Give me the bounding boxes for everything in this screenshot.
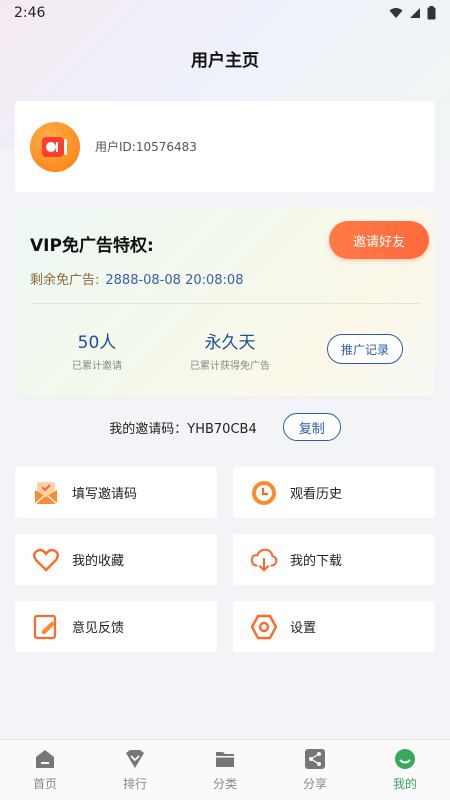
tab-mine[interactable]: 我的 bbox=[360, 748, 450, 792]
promo-records-button[interactable]: 推广记录 bbox=[327, 334, 403, 364]
clock-icon bbox=[250, 479, 278, 507]
invited-stat: 50人 已累计邀请 bbox=[47, 328, 147, 372]
tab-category[interactable]: 分类 bbox=[180, 748, 270, 792]
ad-free-value: 永久天 bbox=[204, 333, 256, 353]
ad-free-label: 已累计获得免广告 bbox=[190, 361, 270, 372]
invited-count: 50人 bbox=[77, 333, 117, 353]
status-time: 2:46 bbox=[14, 5, 46, 21]
heart-icon bbox=[32, 546, 60, 574]
settings-icon bbox=[250, 613, 278, 641]
cloud-download-icon bbox=[250, 546, 278, 574]
menu-favorites[interactable]: 我的收藏 bbox=[15, 534, 217, 585]
invite-code-row: 我的邀请码：YHB70CB4 复制 bbox=[0, 413, 450, 441]
divider bbox=[30, 303, 420, 304]
tab-label: 首页 bbox=[32, 777, 57, 791]
menu-feedback[interactable]: 意见反馈 bbox=[15, 601, 217, 652]
tab-label: 分享 bbox=[302, 777, 327, 791]
copy-button[interactable]: 复制 bbox=[282, 413, 341, 441]
share-icon bbox=[304, 748, 326, 770]
edit-icon bbox=[32, 613, 60, 641]
ranking-icon bbox=[124, 748, 146, 770]
profile-card[interactable]: 用户ID:10576483 bbox=[15, 101, 435, 192]
avatar[interactable] bbox=[30, 121, 80, 172]
status-icons bbox=[389, 6, 436, 20]
menu-watch-history[interactable]: 观看历史 bbox=[233, 467, 435, 518]
menu-fill-invite-code[interactable]: 填写邀请码 bbox=[15, 467, 217, 518]
invite-code: 我的邀请码：YHB70CB4 bbox=[109, 421, 257, 437]
tab-label: 我的 bbox=[392, 777, 417, 791]
menu-downloads[interactable]: 我的下载 bbox=[233, 534, 435, 585]
menu-label: 我的收藏 bbox=[72, 554, 125, 569]
remain-row: 剩余免广告: 2888-08-08 20:08:08 bbox=[30, 269, 243, 288]
invited-label: 已累计邀请 bbox=[72, 361, 122, 372]
envelope-icon bbox=[32, 479, 60, 507]
profile-icon bbox=[394, 748, 416, 770]
vip-card: VIP免广告特权: 邀请好友 剩余免广告: 2888-08-08 20:08:08… bbox=[15, 207, 435, 397]
menu-label: 意见反馈 bbox=[72, 621, 125, 636]
folder-icon bbox=[214, 748, 236, 770]
tab-ranking[interactable]: 排行 bbox=[90, 748, 180, 792]
remain-value: 2888-08-08 20:08:08 bbox=[105, 273, 244, 288]
bottom-tab-bar: 首页 排行 分类 分享 我的 bbox=[0, 739, 450, 800]
tab-label: 分类 bbox=[212, 777, 237, 791]
home-icon bbox=[34, 748, 56, 770]
remain-label: 剩余免广告: bbox=[30, 273, 100, 288]
tab-home[interactable]: 首页 bbox=[0, 748, 90, 792]
menu-label: 我的下载 bbox=[290, 554, 343, 569]
ad-free-stat: 永久天 已累计获得免广告 bbox=[175, 328, 285, 372]
menu-label: 设置 bbox=[290, 621, 317, 636]
menu-label: 填写邀请码 bbox=[72, 487, 138, 502]
wifi-icon bbox=[389, 8, 403, 18]
tab-label: 排行 bbox=[122, 777, 147, 791]
vip-title: VIP免广告特权: bbox=[30, 236, 154, 256]
tab-share[interactable]: 分享 bbox=[270, 748, 360, 792]
invite-friends-button[interactable]: 邀请好友 bbox=[329, 221, 429, 259]
menu-label: 观看历史 bbox=[290, 487, 343, 502]
battery-icon bbox=[427, 6, 436, 20]
page-title: 用户主页 bbox=[191, 51, 259, 71]
signal-icon bbox=[410, 8, 420, 18]
user-id: 用户ID:10576483 bbox=[95, 140, 197, 154]
app-logo-icon bbox=[42, 136, 67, 157]
menu-settings[interactable]: 设置 bbox=[233, 601, 435, 652]
status-bar: 2:46 bbox=[0, 0, 450, 26]
